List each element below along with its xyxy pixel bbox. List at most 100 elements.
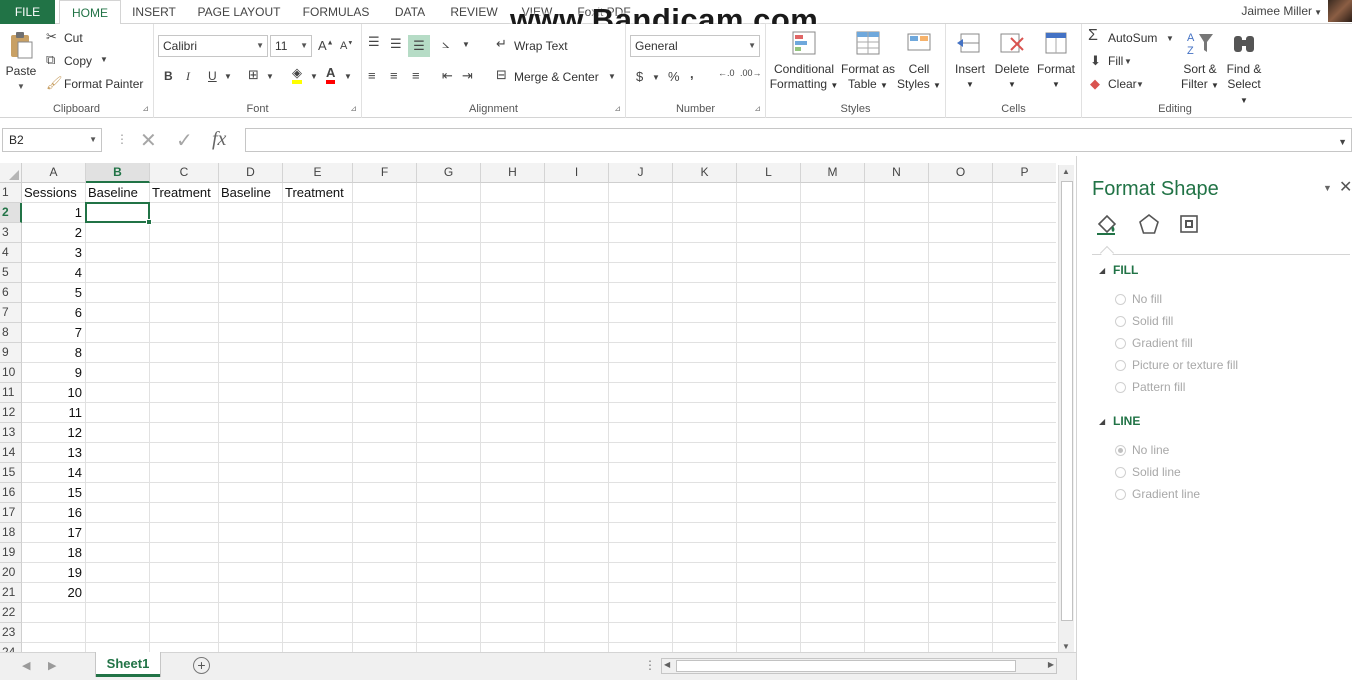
cell[interactable] [86, 263, 150, 283]
cell[interactable] [801, 463, 865, 483]
font-size-select[interactable]: 11 ▼ [270, 35, 312, 57]
cell[interactable] [545, 463, 609, 483]
cell[interactable] [929, 563, 993, 583]
cell[interactable] [353, 223, 417, 243]
cell[interactable]: 9 [22, 363, 86, 383]
radio-button[interactable] [1115, 360, 1126, 371]
cell[interactable] [417, 383, 481, 403]
cell[interactable] [673, 223, 737, 243]
cell[interactable] [283, 263, 353, 283]
cell[interactable]: 14 [22, 463, 86, 483]
cell[interactable] [609, 183, 673, 203]
cell[interactable] [865, 203, 929, 223]
tab-page-layout[interactable]: PAGE LAYOUT [196, 0, 282, 24]
row-header[interactable]: 4 [0, 243, 22, 263]
cell[interactable] [929, 443, 993, 463]
insert-function-icon[interactable]: fx [212, 128, 226, 151]
cell[interactable]: 17 [22, 523, 86, 543]
size-properties-icon[interactable] [1177, 212, 1201, 236]
cell[interactable] [86, 383, 150, 403]
cell[interactable] [865, 223, 929, 243]
cell[interactable] [993, 523, 1056, 543]
copy-button[interactable]: Copy [64, 54, 92, 68]
row-header[interactable]: 19 [0, 543, 22, 563]
cell[interactable] [86, 423, 150, 443]
cell[interactable] [865, 443, 929, 463]
cell[interactable]: 13 [22, 443, 86, 463]
cell[interactable] [993, 543, 1056, 563]
cell[interactable] [865, 403, 929, 423]
cell[interactable] [283, 403, 353, 423]
cell[interactable] [929, 343, 993, 363]
cell[interactable] [673, 623, 737, 643]
row-header[interactable]: 1 [0, 183, 22, 203]
cell[interactable] [86, 623, 150, 643]
cell[interactable] [865, 343, 929, 363]
cell[interactable] [481, 303, 545, 323]
cell[interactable] [353, 483, 417, 503]
cell[interactable] [929, 543, 993, 563]
cell[interactable] [737, 543, 801, 563]
cell[interactable] [737, 643, 801, 652]
cell[interactable] [993, 243, 1056, 263]
cell[interactable] [22, 643, 86, 652]
cell[interactable] [353, 623, 417, 643]
cell[interactable] [86, 463, 150, 483]
cell[interactable] [417, 363, 481, 383]
cell[interactable] [673, 503, 737, 523]
cell[interactable] [929, 463, 993, 483]
radio-button[interactable] [1115, 338, 1126, 349]
cell[interactable] [417, 423, 481, 443]
cell[interactable] [865, 323, 929, 343]
cell[interactable] [545, 343, 609, 363]
cell[interactable] [150, 243, 219, 263]
cell[interactable] [283, 283, 353, 303]
cell[interactable] [993, 603, 1056, 623]
cell[interactable] [993, 323, 1056, 343]
cell[interactable] [353, 523, 417, 543]
radio-button[interactable] [1115, 489, 1126, 500]
cell[interactable] [150, 423, 219, 443]
fill-line-icon[interactable] [1095, 212, 1119, 236]
decrease-indent-icon[interactable]: ⇤ [442, 68, 453, 84]
cell[interactable] [737, 363, 801, 383]
cell[interactable] [929, 603, 993, 623]
cell[interactable] [353, 463, 417, 483]
cell[interactable] [865, 543, 929, 563]
cell[interactable] [150, 283, 219, 303]
increase-indent-icon[interactable]: ⇥ [462, 68, 473, 84]
cell[interactable] [150, 483, 219, 503]
cell[interactable] [86, 563, 150, 583]
bold-button[interactable]: B [164, 69, 173, 83]
fill-handle[interactable] [146, 219, 152, 225]
cell[interactable] [865, 283, 929, 303]
cell[interactable] [481, 503, 545, 523]
cell[interactable] [353, 543, 417, 563]
cell[interactable] [993, 203, 1056, 223]
cell[interactable]: 19 [22, 563, 86, 583]
cell[interactable] [865, 263, 929, 283]
cell[interactable]: Treatment [150, 183, 219, 203]
cell[interactable] [353, 263, 417, 283]
cell[interactable] [737, 463, 801, 483]
cell[interactable] [865, 383, 929, 403]
cell[interactable] [609, 463, 673, 483]
cell[interactable] [219, 543, 283, 563]
radio-button[interactable] [1115, 382, 1126, 393]
cell[interactable]: Baseline [86, 183, 150, 203]
cell[interactable] [86, 363, 150, 383]
cell[interactable] [417, 403, 481, 423]
cell[interactable] [86, 303, 150, 323]
cell[interactable] [929, 283, 993, 303]
cell[interactable] [673, 603, 737, 623]
column-header-g[interactable]: G [417, 163, 481, 183]
add-sheet-icon[interactable]: + [193, 657, 210, 674]
cell[interactable]: 3 [22, 243, 86, 263]
cell[interactable] [929, 583, 993, 603]
clear-button[interactable]: Clear [1108, 77, 1137, 91]
cell[interactable] [150, 443, 219, 463]
cell[interactable] [545, 603, 609, 623]
name-box[interactable]: B2 ▼ [2, 128, 102, 152]
cell[interactable] [673, 383, 737, 403]
cell[interactable]: Sessions [22, 183, 86, 203]
